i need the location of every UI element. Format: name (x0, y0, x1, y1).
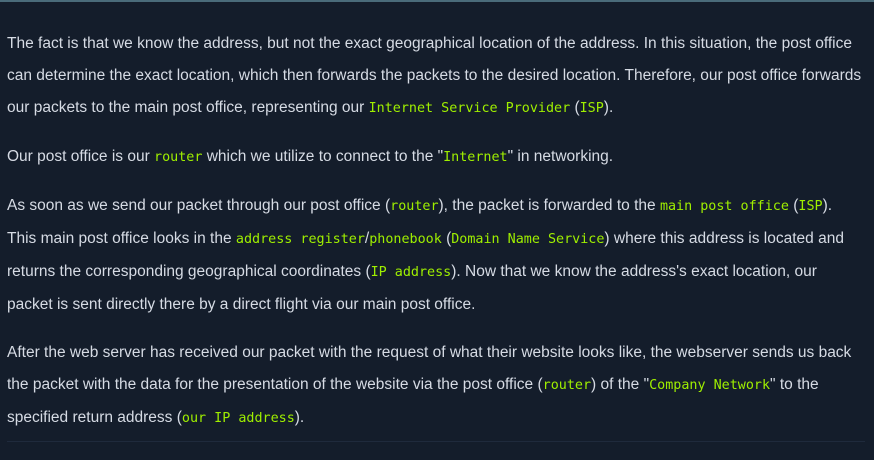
paragraph-text: As soon as we send our packet through ou… (7, 197, 391, 214)
paragraph-text: ( (570, 99, 580, 116)
inline-code: main post office (659, 199, 789, 214)
inline-code: router (542, 378, 592, 393)
inline-code: Domain Name Service (451, 232, 605, 247)
paragraph-text: ), the packet is forwarded to the (438, 197, 660, 214)
paragraph-text: ). (294, 409, 305, 426)
paragraph-isp: The fact is that we know the address, bu… (7, 28, 865, 125)
inline-code: router (390, 199, 439, 214)
inline-code: router (154, 150, 203, 165)
section-divider (7, 441, 865, 442)
paragraph-text: " in networking. (507, 148, 614, 165)
article-body: The fact is that we know the address, bu… (7, 28, 865, 451)
inline-code: our IP address (181, 411, 295, 426)
inline-code: ISP (579, 101, 604, 116)
inline-code: Internet Service Provider (368, 101, 571, 116)
paragraph-text: ) of the " (591, 376, 650, 393)
paragraph-text: ( (788, 197, 799, 214)
inline-code: Internet (443, 150, 508, 165)
paragraph-text: which we utilize to connect to the " (202, 148, 444, 165)
paragraph-text: ). (603, 99, 614, 116)
paragraph-dns: As soon as we send our packet through ou… (7, 190, 865, 321)
paragraph-text: Our post office is our (7, 148, 155, 165)
inline-code: IP address (370, 265, 452, 280)
inline-code: phonebook (369, 232, 442, 247)
paragraph-response: After the web server has received our pa… (7, 337, 865, 435)
paragraph-router: Our post office is our router which we u… (7, 141, 865, 174)
inline-code: Company Network (649, 378, 771, 393)
paragraph-text: ( (441, 230, 452, 247)
inline-code: ISP (798, 199, 823, 214)
top-border (0, 0, 874, 2)
inline-code: address register (235, 232, 365, 247)
